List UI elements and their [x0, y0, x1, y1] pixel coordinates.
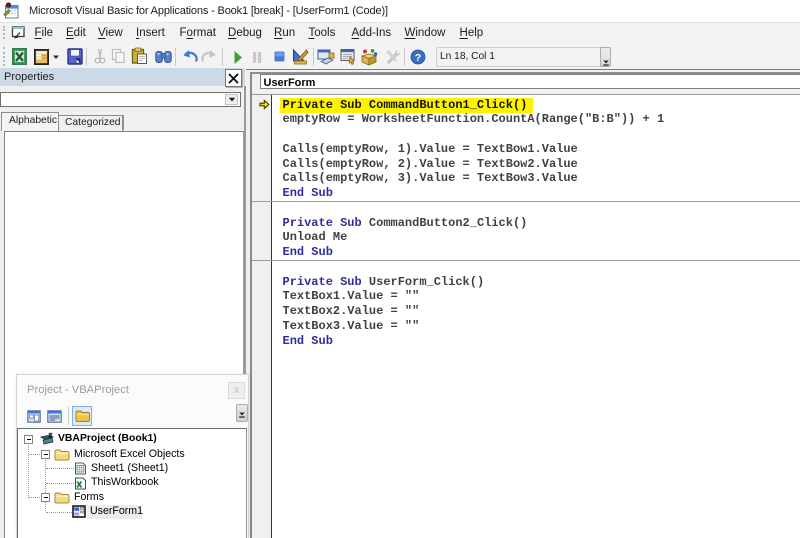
svg-text:?: ?: [414, 51, 420, 63]
